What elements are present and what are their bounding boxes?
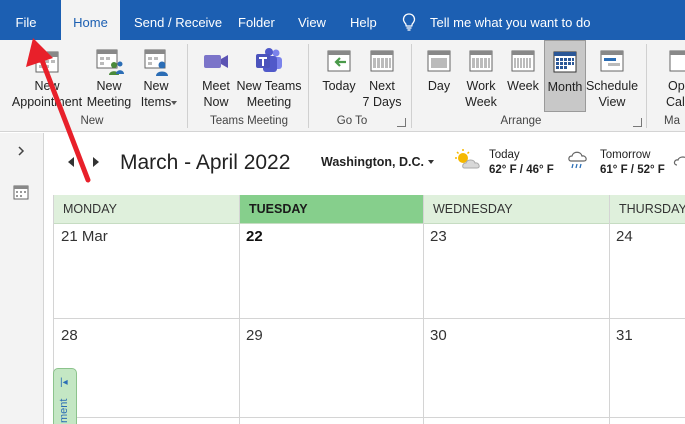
annotation-arrow [26,38,91,183]
outlook-window: File Home Send / Receive Folder View Hel… [0,0,685,424]
